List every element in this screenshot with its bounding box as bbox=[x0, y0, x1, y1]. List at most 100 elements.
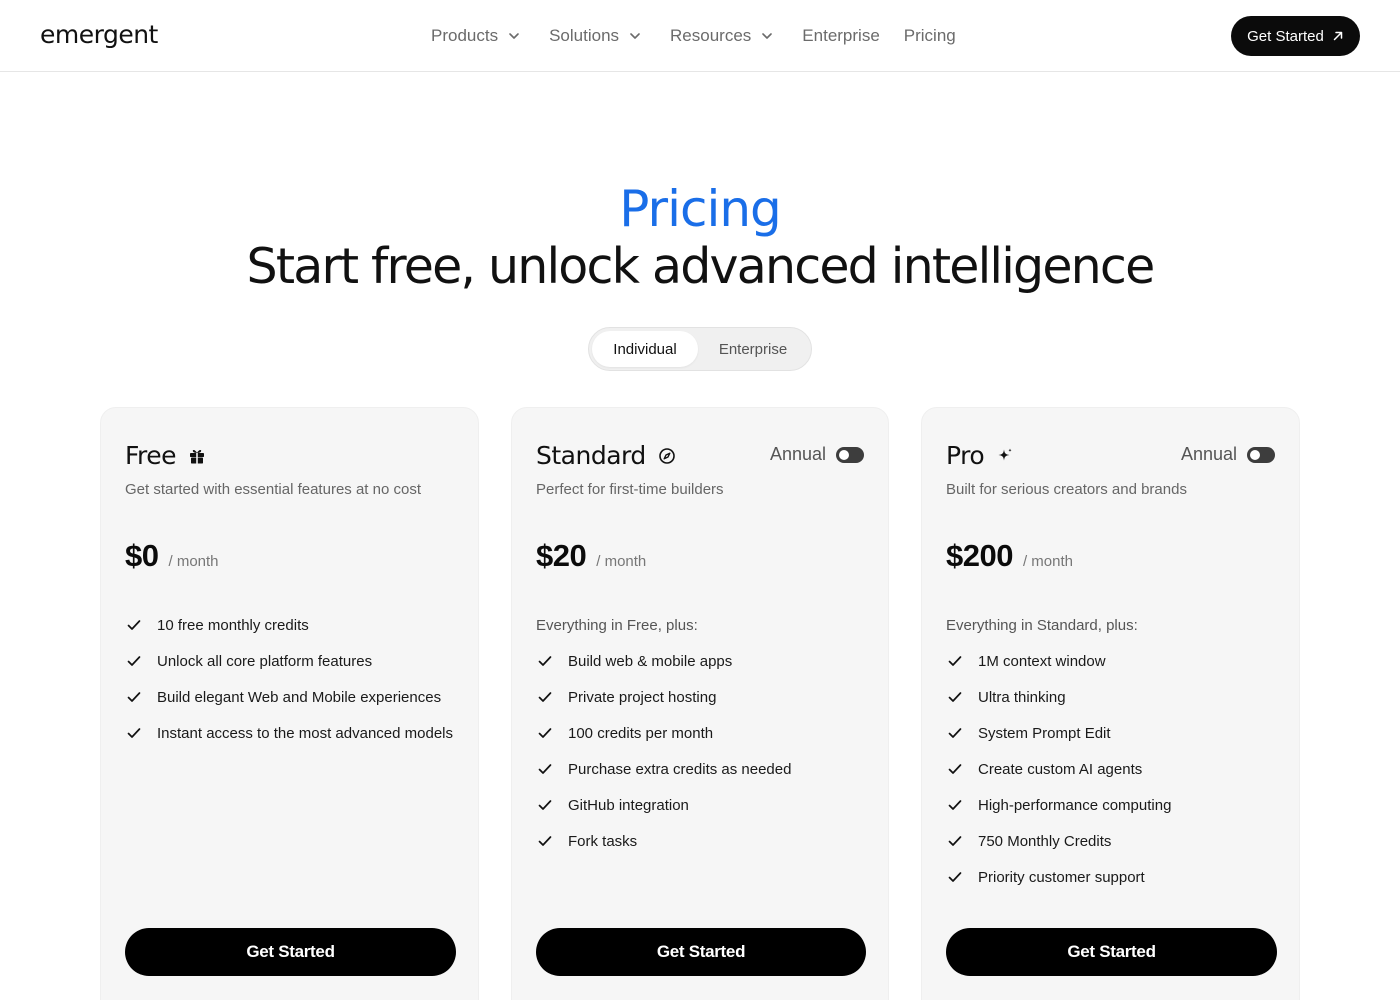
chevron-down-icon bbox=[760, 29, 774, 43]
top-navbar: emergent Products Solutions Resources En… bbox=[0, 0, 1400, 72]
nav-solutions-label: Solutions bbox=[549, 26, 620, 45]
price-amount: $0 bbox=[125, 538, 159, 573]
list-item: Ultra thinking bbox=[946, 679, 1171, 715]
price-amount: $20 bbox=[536, 538, 587, 573]
list-item: Build web & mobile apps bbox=[536, 643, 791, 679]
page-title: Start free, unlock advanced intelligence bbox=[246, 238, 1156, 295]
price-amount: $200 bbox=[946, 538, 1013, 573]
check-icon bbox=[536, 832, 554, 850]
includes-note: Everything in Standard, plus: bbox=[946, 617, 1138, 634]
plan-price: $0 / month bbox=[125, 538, 219, 574]
nav-pricing[interactable]: Pricing bbox=[904, 26, 956, 46]
arrow-up-right-icon bbox=[1332, 30, 1344, 42]
plan-card-pro: Pro Annual Built for serious creators an… bbox=[921, 407, 1300, 1000]
plan-description: Perfect for first-time builders bbox=[536, 481, 724, 498]
feature-text: 750 Monthly Credits bbox=[978, 832, 1112, 850]
feature-text: 1M context window bbox=[978, 652, 1106, 670]
feature-text: Purchase extra credits as needed bbox=[568, 760, 792, 778]
get-started-button-pro[interactable]: Get Started bbox=[946, 928, 1277, 976]
tab-individual[interactable]: Individual bbox=[592, 331, 698, 367]
header-get-started-button[interactable]: Get Started bbox=[1231, 16, 1360, 56]
list-item: Build elegant Web and Mobile experiences bbox=[125, 679, 453, 715]
check-icon bbox=[536, 796, 554, 814]
header-get-started-label: Get Started bbox=[1247, 27, 1324, 45]
nav-enterprise[interactable]: Enterprise bbox=[802, 26, 879, 46]
price-period: / month bbox=[596, 553, 647, 570]
nav-products[interactable]: Products bbox=[431, 26, 521, 46]
check-icon bbox=[946, 688, 964, 706]
includes-note: Everything in Free, plus: bbox=[536, 617, 698, 634]
tab-enterprise[interactable]: Enterprise bbox=[698, 331, 808, 367]
feature-text: Ultra thinking bbox=[978, 688, 1066, 706]
list-item: 10 free monthly credits bbox=[125, 607, 453, 643]
price-period: / month bbox=[1022, 553, 1073, 570]
chevron-down-icon bbox=[507, 29, 521, 43]
list-item: System Prompt Edit bbox=[946, 715, 1171, 751]
check-icon bbox=[536, 724, 554, 742]
get-started-button-free[interactable]: Get Started bbox=[125, 928, 456, 976]
feature-list: 10 free monthly credits Unlock all core … bbox=[125, 607, 453, 751]
list-item: Instant access to the most advanced mode… bbox=[125, 715, 453, 751]
feature-text: Instant access to the most advanced mode… bbox=[157, 724, 453, 742]
sparkle-icon bbox=[996, 447, 1014, 465]
chevron-down-icon bbox=[628, 29, 642, 43]
compass-icon bbox=[658, 447, 676, 465]
annual-label: Annual bbox=[769, 444, 826, 464]
list-item: Private project hosting bbox=[536, 679, 791, 715]
nav-enterprise-label: Enterprise bbox=[802, 26, 880, 45]
feature-text: Priority customer support bbox=[978, 868, 1145, 886]
annual-billing-toggle[interactable]: Annual bbox=[770, 444, 864, 465]
check-icon bbox=[946, 868, 964, 886]
toggle-switch[interactable] bbox=[836, 446, 864, 463]
list-item: Priority customer support bbox=[946, 859, 1171, 895]
check-icon bbox=[125, 616, 143, 634]
plan-name-label: Free bbox=[125, 441, 177, 470]
feature-text: 10 free monthly credits bbox=[157, 616, 309, 634]
feature-text: Build elegant Web and Mobile experiences bbox=[157, 688, 442, 706]
list-item: GitHub integration bbox=[536, 787, 791, 823]
feature-text: GitHub integration bbox=[568, 796, 689, 814]
check-icon bbox=[946, 832, 964, 850]
feature-text: 100 credits per month bbox=[568, 724, 714, 742]
main-nav: Products Solutions Resources Enterprise … bbox=[431, 0, 980, 72]
toggle-switch[interactable] bbox=[1247, 446, 1275, 463]
feature-text: Create custom AI agents bbox=[978, 760, 1143, 778]
plan-description: Get started with essential features at n… bbox=[125, 481, 421, 498]
plan-description: Built for serious creators and brands bbox=[946, 481, 1187, 498]
plan-price: $20 / month bbox=[536, 538, 646, 574]
feature-text: Build web & mobile apps bbox=[568, 652, 733, 670]
plan-name-label: Pro bbox=[946, 441, 985, 470]
nav-resources[interactable]: Resources bbox=[670, 26, 774, 46]
feature-text: High-performance computing bbox=[978, 796, 1172, 814]
list-item: 100 credits per month bbox=[536, 715, 791, 751]
plan-type-switch: Individual Enterprise bbox=[588, 327, 812, 371]
check-icon bbox=[946, 652, 964, 670]
get-started-button-standard[interactable]: Get Started bbox=[536, 928, 866, 976]
list-item: Create custom AI agents bbox=[946, 751, 1171, 787]
plan-name: Pro bbox=[946, 441, 1014, 470]
list-item: 750 Monthly Credits bbox=[946, 823, 1171, 859]
nav-solutions[interactable]: Solutions bbox=[549, 26, 642, 46]
brand-logo[interactable]: emergent bbox=[40, 20, 158, 49]
nav-products-label: Products bbox=[431, 26, 499, 45]
section-eyebrow: Pricing bbox=[619, 180, 782, 238]
annual-billing-toggle[interactable]: Annual bbox=[1181, 444, 1275, 465]
nav-pricing-label: Pricing bbox=[903, 26, 956, 45]
check-icon bbox=[125, 724, 143, 742]
plan-name-label: Standard bbox=[536, 441, 646, 470]
plan-price: $200 / month bbox=[946, 538, 1073, 574]
check-icon bbox=[125, 652, 143, 670]
price-period: / month bbox=[168, 553, 219, 570]
check-icon bbox=[946, 760, 964, 778]
feature-text: Private project hosting bbox=[568, 688, 717, 706]
feature-text: Unlock all core platform features bbox=[157, 652, 373, 670]
nav-resources-label: Resources bbox=[670, 26, 752, 45]
check-icon bbox=[536, 688, 554, 706]
list-item: 1M context window bbox=[946, 643, 1171, 679]
feature-list: Build web & mobile apps Private project … bbox=[536, 643, 791, 859]
plan-card-free: Free Get started with essential features… bbox=[100, 407, 479, 1000]
check-icon bbox=[536, 652, 554, 670]
annual-label: Annual bbox=[1180, 444, 1237, 464]
list-item: Fork tasks bbox=[536, 823, 791, 859]
list-item: High-performance computing bbox=[946, 787, 1171, 823]
